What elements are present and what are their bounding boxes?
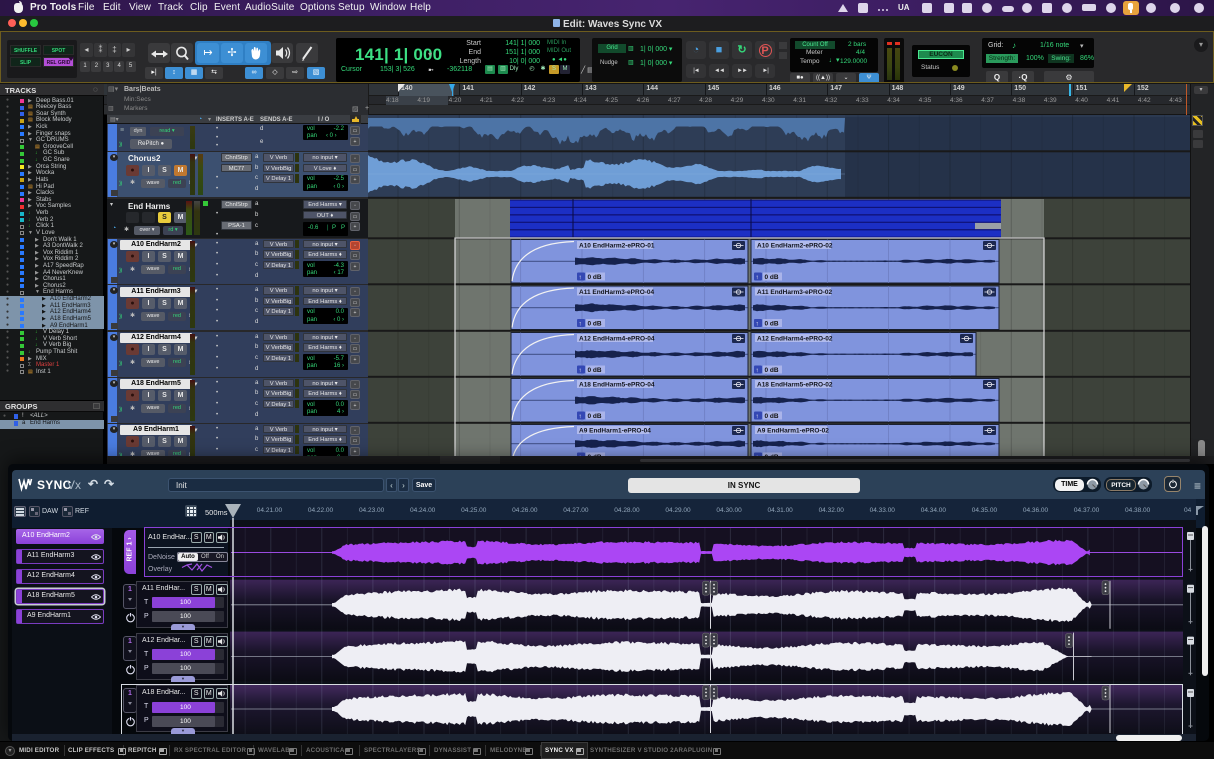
- svg-text:A10 EndHarm2-ePRO-02: A10 EndHarm2-ePRO-02: [757, 243, 833, 250]
- svg-text:0 dB: 0 dB: [765, 367, 779, 374]
- svg-text:↑: ↑: [579, 414, 582, 420]
- svg-text:0 dB: 0 dB: [588, 321, 602, 328]
- svg-text:A10 EndHarm2-ePRO-01: A10 EndHarm2-ePRO-01: [579, 243, 655, 250]
- svg-text:↑: ↑: [756, 322, 759, 328]
- svg-text:0 dB: 0 dB: [765, 321, 779, 328]
- svg-text:↑: ↑: [756, 275, 759, 281]
- svg-text:↑: ↑: [579, 275, 582, 281]
- svg-text:↑: ↑: [579, 322, 582, 328]
- svg-text:0 dB: 0 dB: [765, 274, 779, 281]
- svg-text:0 dB: 0 dB: [588, 367, 602, 374]
- svg-text:A11 EndHarm3-ePRO-04: A11 EndHarm3-ePRO-04: [579, 289, 655, 296]
- svg-text:A9 EndHarm1-ePRO-02: A9 EndHarm1-ePRO-02: [757, 428, 829, 435]
- svg-text:A9 EndHarm1-ePRO-04: A9 EndHarm1-ePRO-04: [579, 428, 651, 435]
- svg-text:A12 EndHarm4-ePRO-04: A12 EndHarm4-ePRO-04: [579, 336, 655, 343]
- svg-text:A11 EndHarm3-ePRO-02: A11 EndHarm3-ePRO-02: [757, 289, 833, 296]
- svg-text:0 dB: 0 dB: [588, 274, 602, 281]
- svg-text:A12 EndHarm4-ePRO-02: A12 EndHarm4-ePRO-02: [757, 336, 833, 343]
- svg-text:0 dB: 0 dB: [765, 413, 779, 420]
- svg-text:↑: ↑: [579, 368, 582, 374]
- svg-text:↑: ↑: [756, 368, 759, 374]
- svg-text:A18 EndHarm5-ePRO-02: A18 EndHarm5-ePRO-02: [757, 382, 833, 389]
- svg-text:↑: ↑: [756, 414, 759, 420]
- svg-text:0 dB: 0 dB: [588, 413, 602, 420]
- svg-text:A18 EndHarm5-ePRO-04: A18 EndHarm5-ePRO-04: [579, 382, 655, 389]
